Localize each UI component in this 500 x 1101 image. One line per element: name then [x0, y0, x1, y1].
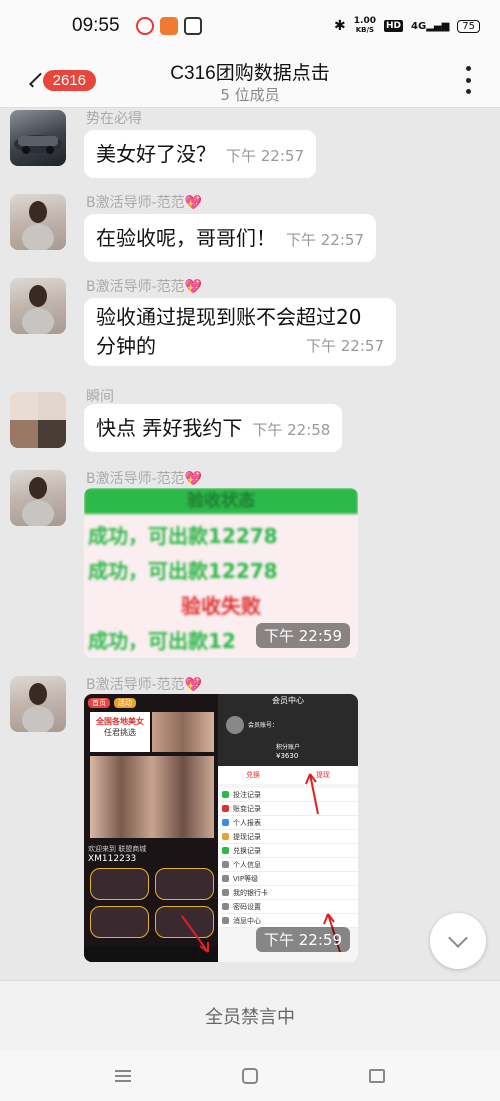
- portrait-avatar-icon: [22, 285, 54, 334]
- sender-name: 瞬间: [86, 389, 114, 405]
- status-indicators: ✱ 1.00 KB/S HD 4G▂▄▆ 75: [334, 17, 480, 35]
- message-time: 下午 22:57: [226, 147, 304, 165]
- status-app-icons: [135, 17, 202, 35]
- avatar[interactable]: [10, 470, 66, 526]
- message-bubble[interactable]: 快点 弄好我约下 下午 22:58: [84, 404, 343, 452]
- message-time: 下午 22:58: [252, 421, 331, 439]
- portrait-avatar-icon: [22, 477, 54, 526]
- message-bubble[interactable]: 美女好了没？ 下午 22:57: [84, 130, 316, 178]
- more-icon-dot: [465, 66, 471, 71]
- group-title: C316团购数据点击: [170, 63, 330, 84]
- screenshot-right-panel: 会员中心 会员账号： 积分账户 ¥3630 兑换 提现 投注记录 账变记录 个人报表…: [218, 694, 358, 962]
- back-nav-button[interactable]: [368, 1068, 385, 1083]
- image-header: 验收状态: [84, 488, 358, 514]
- image-message[interactable]: 首页 活动 全国各地美女 任君挑选 欢迎来到 联盟商城 XM112233 会员中…: [84, 694, 358, 962]
- image-line: 成功，可出款12278: [88, 559, 278, 583]
- message-time: 下午 22:57: [286, 231, 364, 249]
- image-line: 验收失败: [181, 594, 261, 618]
- home-button[interactable]: [241, 1067, 258, 1084]
- image-time: 下午 22:59: [256, 927, 350, 952]
- message-list[interactable]: 势在必得 美女好了没？ 下午 22:57 B激活导师-范范💖 在验收呢，哥哥们！ 下…: [0, 108, 500, 980]
- avatar[interactable]: [10, 278, 66, 334]
- message-text: 快点 弄好我约下: [96, 416, 243, 440]
- status-time: 09:55: [72, 15, 120, 36]
- app-notification-icon: [135, 17, 154, 35]
- more-options-button[interactable]: [462, 66, 474, 94]
- chevron-down-icon: [448, 928, 468, 948]
- portrait-avatar-icon: [22, 683, 54, 732]
- avatar[interactable]: [10, 392, 66, 448]
- avatar[interactable]: [10, 194, 66, 250]
- scroll-to-bottom-button[interactable]: [430, 913, 486, 969]
- battery-icon: 75: [457, 19, 480, 33]
- more-icon-dot: [465, 77, 471, 83]
- red-arrow-annotation: [305, 773, 341, 953]
- signal-icon: 4G▂▄▆: [411, 20, 450, 32]
- bluetooth-icon: ✱: [334, 18, 346, 34]
- sender-name: 势在必得: [86, 111, 142, 127]
- message-text: 在验收呢，哥哥们！: [96, 226, 276, 250]
- app-notification-icon: [183, 17, 202, 35]
- sender-name: B激活导师-范范💖: [86, 471, 203, 487]
- muted-notice: 全员禁言中: [0, 980, 500, 1050]
- sender-name: B激活导师-范范💖: [86, 195, 203, 211]
- message-bubble[interactable]: 在验收呢，哥哥们！ 下午 22:57: [84, 214, 376, 262]
- message-time: 下午 22:57: [306, 337, 384, 355]
- image-message[interactable]: 验收状态 成功，可出款12278 成功，可出款12278 验收失败 成功，可出款…: [84, 488, 358, 658]
- image-time: 下午 22:59: [256, 623, 350, 648]
- system-nav-bar: [0, 1050, 500, 1101]
- message-text: 美女好了没？: [96, 142, 216, 166]
- car-avatar-icon: [14, 135, 62, 154]
- hd-badge: HD: [384, 20, 404, 32]
- message-text-line: 验收通过提现到账不会超过20: [96, 305, 362, 329]
- message-text-line: 分钟的: [96, 334, 156, 358]
- net-speed: 1.00 KB/S: [353, 16, 376, 35]
- screenshot-left-panel: 首页 活动 全国各地美女 任君挑选 欢迎来到 联盟商城 XM112233: [84, 694, 218, 962]
- app-notification-icon: [159, 17, 178, 35]
- portrait-avatar-icon: [22, 201, 54, 250]
- avatar[interactable]: [10, 676, 66, 732]
- recent-apps-button[interactable]: [115, 1069, 132, 1082]
- status-bar: 09:55 ✱ 1.00 KB/S HD 4G▂▄▆ 75: [0, 0, 500, 52]
- sender-name: B激活导师-范范💖: [86, 279, 203, 295]
- group-member-count: 5 位成员: [220, 86, 280, 104]
- avatar[interactable]: [10, 110, 66, 166]
- image-line: 成功，可出款12278: [88, 524, 278, 548]
- red-arrow-annotation: [181, 915, 209, 953]
- chat-header: 2616 C316团购数据点击 5 位成员: [0, 52, 500, 108]
- pixelated-avatar-icon: [10, 392, 66, 448]
- message-bubble[interactable]: 验收通过提现到账不会超过20 分钟的 下午 22:57: [84, 298, 396, 366]
- muted-text: 全员禁言中: [205, 1006, 295, 1028]
- sender-name: B激活导师-范范💖: [86, 677, 203, 693]
- more-icon-dot: [465, 89, 471, 94]
